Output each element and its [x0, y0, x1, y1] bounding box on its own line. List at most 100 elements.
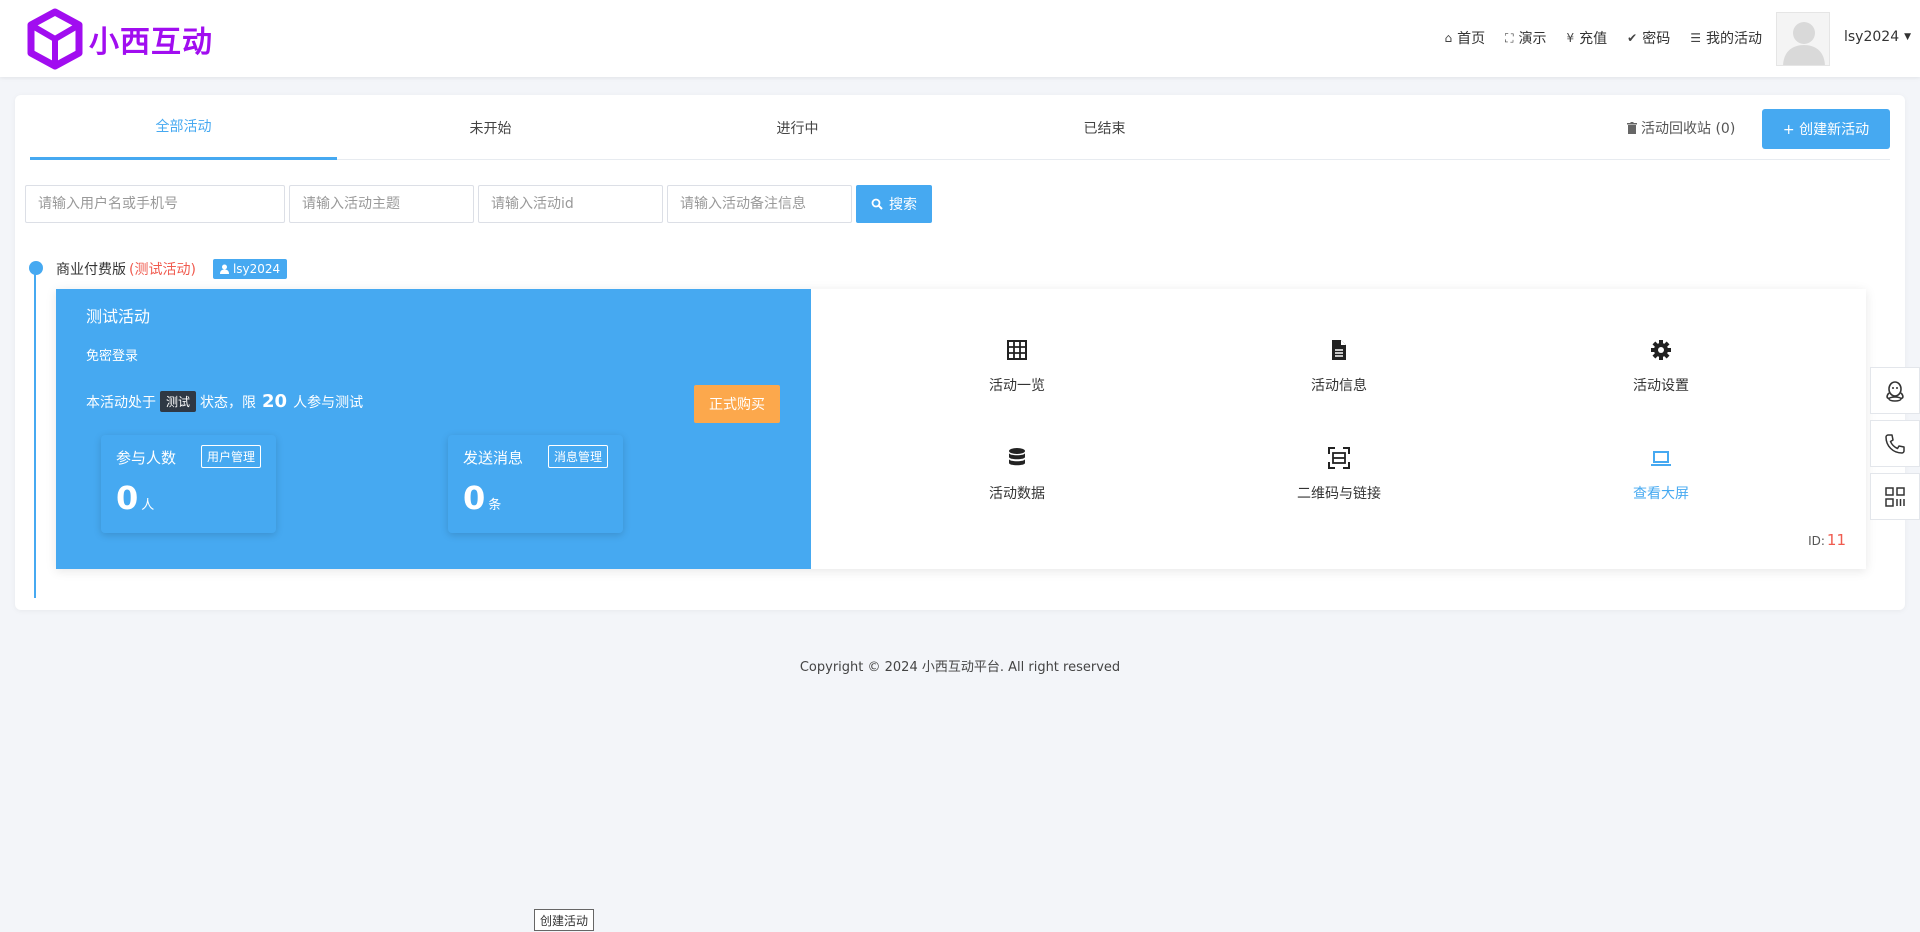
purchase-button[interactable]: 正式购买: [694, 385, 780, 423]
action-label: 查看大屏: [1633, 486, 1689, 502]
avatar[interactable]: [1776, 12, 1830, 66]
top-nav: ⌂ 首页 ⛶ 演示 ¥ 充值 ✔ 密码 ☰ 我的活动: [1445, 28, 1763, 48]
top-header: 小西互动 ⌂ 首页 ⛶ 演示 ¥ 充值 ✔ 密码 ☰ 我的活动 lsy2024 …: [0, 0, 1920, 77]
action-label: 活动数据: [989, 486, 1045, 502]
recycle-label: 活动回收站 (0): [1641, 121, 1736, 137]
owner-name: lsy2024: [232, 262, 281, 276]
activity-id: ID: 11: [1808, 531, 1846, 549]
trash-icon: [1627, 122, 1637, 134]
search-button[interactable]: 搜索: [856, 185, 932, 223]
logo-cube-icon: [27, 8, 83, 70]
nav-password[interactable]: ✔ 密码: [1627, 28, 1670, 48]
user-menu[interactable]: lsy2024 ▼: [1844, 29, 1911, 45]
action-overview[interactable]: 活动一览: [937, 339, 1097, 395]
logo-text: 小西互动: [89, 25, 213, 60]
activity-title: 测试活动: [86, 307, 151, 326]
create-activity-button[interactable]: + 创建新活动: [1762, 109, 1890, 149]
stat-number: 0: [463, 479, 486, 517]
username: lsy2024: [1844, 29, 1900, 45]
nav-label: 首页: [1457, 31, 1486, 47]
action-qrcode-link[interactable]: 二维码与链接: [1259, 447, 1419, 503]
expand-icon: ⛶: [1505, 30, 1514, 45]
qq-chat-button[interactable]: [1870, 367, 1920, 414]
tab-ended[interactable]: 已结束: [951, 95, 1258, 160]
laptop-icon: [1651, 451, 1671, 466]
message-management-button[interactable]: 消息管理: [547, 445, 608, 468]
logo[interactable]: 小西互动: [27, 8, 213, 70]
test-activity-label: (测试活动): [129, 262, 196, 278]
action-info[interactable]: 活动信息: [1259, 339, 1419, 395]
tab-all[interactable]: 全部活动: [30, 95, 337, 160]
yen-icon: ¥: [1566, 31, 1575, 45]
tooltip: 创建活动: [534, 909, 595, 931]
id-search-input[interactable]: [478, 185, 663, 223]
check-circle-icon: ✔: [1627, 31, 1638, 45]
tab-not-started[interactable]: 未开始: [337, 95, 644, 160]
scan-icon: [1328, 447, 1350, 469]
owner-badge[interactable]: lsy2024: [212, 259, 288, 279]
tab-in-progress[interactable]: 进行中: [644, 95, 951, 160]
topic-search-input[interactable]: [289, 185, 474, 223]
id-value: 11: [1826, 531, 1846, 549]
stat-label: 参与人数: [116, 449, 177, 467]
activity-summary: 测试活动 免密登录 本活动处于 测试 状态，限 20 人参与测试 正式购买 参与…: [56, 289, 811, 569]
participants-stat: 参与人数 用户管理 0人: [101, 435, 276, 533]
action-label: 活动设置: [1633, 378, 1689, 394]
nav-label: 密码: [1642, 31, 1671, 47]
action-big-screen[interactable]: 查看大屏: [1581, 447, 1741, 503]
recycle-bin-link[interactable]: 活动回收站 (0): [1627, 118, 1735, 138]
nav-label: 演示: [1518, 31, 1547, 47]
activity-actions: 活动一览 活动信息 活动设置 活动数据 二维码与链接 查看大屏 ID: 11: [811, 289, 1866, 569]
footer-copyright: Copyright © 2024 小西互动平台. All right reser…: [799, 660, 1121, 675]
user-search-input[interactable]: [25, 185, 285, 223]
timeline-line: [34, 268, 36, 598]
user-management-button[interactable]: 用户管理: [200, 445, 261, 468]
stat-value: 0人: [116, 479, 154, 517]
activity-card: 测试活动 免密登录 本活动处于 测试 状态，限 20 人参与测试 正式购买 参与…: [56, 289, 1866, 569]
user-icon: [219, 264, 229, 274]
search-button-label: 搜索: [889, 197, 917, 213]
database-icon: [1009, 448, 1025, 466]
stat-unit: 人: [141, 498, 155, 513]
action-data[interactable]: 活动数据: [937, 447, 1097, 503]
activity-panel: 全部活动 未开始 进行中 已结束 活动回收站 (0) + 创建新活动 搜索: [15, 95, 1905, 610]
participant-limit: 20: [262, 391, 288, 412]
qq-penguin-icon: [1886, 380, 1904, 402]
messages-stat: 发送消息 消息管理 0条: [448, 435, 623, 533]
stat-label: 发送消息: [463, 449, 524, 467]
qrcode-icon: [1885, 486, 1905, 507]
note-search-input[interactable]: [667, 185, 852, 223]
status-line: 本活动处于 测试 状态，限 20 人参与测试: [86, 391, 363, 412]
document-icon: [1332, 340, 1346, 360]
action-settings[interactable]: 活动设置: [1581, 339, 1741, 395]
edition-label: 商业付费版: [56, 262, 126, 278]
timeline-label: 商业付费版 (测试活动) lsy2024: [56, 259, 288, 279]
tab-bar: 全部活动 未开始 进行中 已结束 活动回收站 (0) + 创建新活动: [30, 95, 1890, 160]
action-label: 活动一览: [989, 378, 1045, 394]
stat-unit: 条: [488, 498, 502, 513]
nav-home[interactable]: ⌂ 首页: [1445, 28, 1486, 48]
qrcode-button[interactable]: [1870, 473, 1920, 520]
home-icon: ⌂: [1444, 31, 1453, 45]
caret-down-icon: ▼: [1904, 32, 1912, 42]
action-label: 二维码与链接: [1297, 486, 1381, 502]
phone-icon: [1885, 433, 1905, 454]
login-mode: 免密登录: [86, 349, 139, 364]
stat-value: 0条: [463, 479, 501, 517]
floating-toolbar: [1870, 367, 1920, 526]
search-bar: 搜索: [25, 185, 932, 223]
nav-demo[interactable]: ⛶ 演示: [1505, 28, 1546, 48]
nav-label: 充值: [1579, 31, 1608, 47]
search-icon: [871, 198, 883, 210]
stat-number: 0: [116, 479, 139, 517]
status-prefix: 本活动处于: [86, 394, 156, 411]
user-silhouette-icon: [1777, 13, 1829, 65]
phone-button[interactable]: [1870, 420, 1920, 467]
status-badge: 测试: [160, 391, 197, 412]
nav-my-activities[interactable]: ☰ 我的活动: [1690, 28, 1762, 48]
status-middle: 状态，限: [200, 394, 257, 411]
timeline-dot: [29, 261, 43, 275]
action-label: 活动信息: [1311, 378, 1367, 394]
nav-recharge[interactable]: ¥ 充值: [1567, 28, 1608, 48]
id-label: ID:: [1808, 534, 1825, 548]
